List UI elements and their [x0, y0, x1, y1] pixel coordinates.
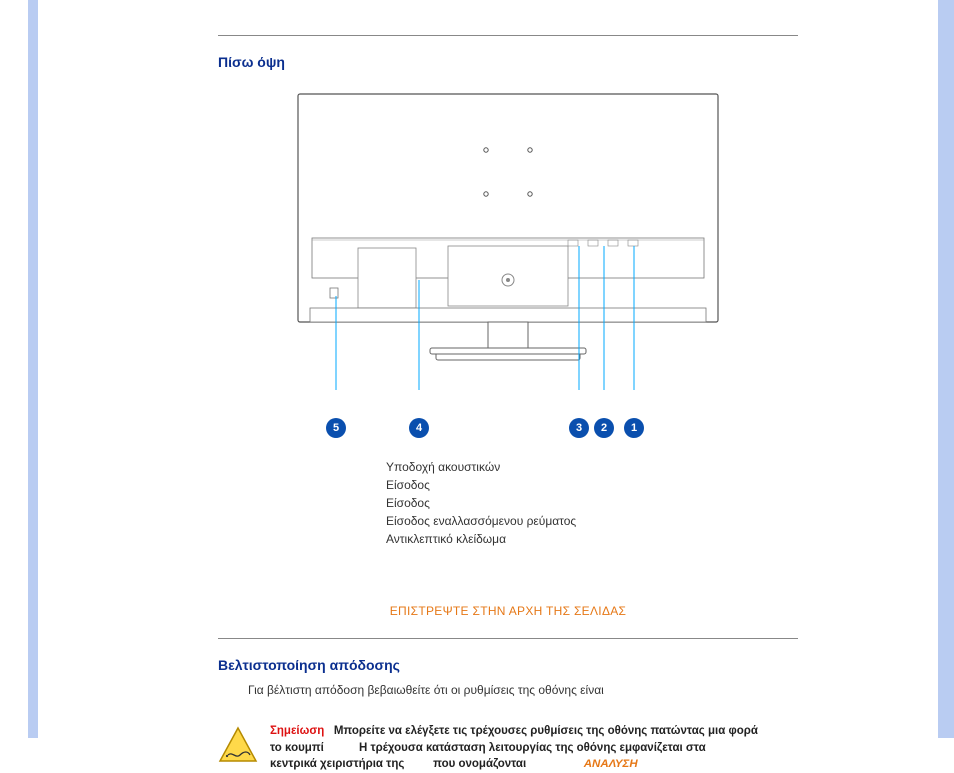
port-3-label: Είσοδος: [386, 496, 798, 510]
warning-icon: [218, 725, 258, 770]
return-to-top-link[interactable]: ΕΠΙΣΤΡΕΨΤΕ ΣΤΗΝ ΑΡΧΗ ΤΗΣ ΣΕΛΙΔΑΣ: [390, 604, 627, 618]
note-line1: Μπορείτε να ελέγξετε τις τρέχουσες ρυθμί…: [334, 725, 758, 737]
port-2-label: Είσοδος: [386, 478, 798, 492]
divider-mid: [218, 638, 798, 639]
callout-1: 1: [624, 418, 644, 438]
right-margin-rail: [938, 0, 954, 738]
note-block: Σημείωση Μπορείτε να ελέγξετε τις τρέχου…: [218, 723, 798, 773]
divider-top: [218, 35, 798, 36]
optimize-heading: Βελτιστοποίηση απόδοσης: [218, 657, 798, 673]
rear-view-heading: Πίσω όψη: [218, 54, 798, 70]
callout-5: 5: [326, 418, 346, 438]
note-text: Σημείωση Μπορείτε να ελέγξετε τις τρέχου…: [270, 723, 758, 773]
note-line2b: Η τρέχουσα κατάσταση λειτουργίας της οθό…: [359, 742, 706, 754]
port-4-label: Είσοδος εναλλασσόμενου ρεύματος: [386, 514, 798, 528]
ports-legend: Υποδοχή ακουστικών Είσοδος Είσοδος Είσοδ…: [386, 460, 798, 546]
port-1-label: Υποδοχή ακουστικών: [386, 460, 798, 474]
callout-3: 3: [569, 418, 589, 438]
note-label: Σημείωση: [270, 725, 324, 737]
note-line3a: κεντρικά χειριστήρια της: [270, 758, 404, 770]
note-analysis: ΑΝΑΛΥΣΗ: [584, 758, 638, 770]
note-line2a: το κουμπί: [270, 742, 324, 754]
optimize-body-text: Για βέλτιστη απόδοση βεβαιωθείτε ότι οι …: [248, 683, 798, 697]
port-5-label: Αντικλεπτικό κλείδωμα: [386, 532, 798, 546]
note-line3b: που ονομάζονται: [433, 758, 526, 770]
monitor-svg: [288, 90, 728, 390]
callout-row: 5 4 3 2 1: [288, 390, 728, 440]
monitor-rear-diagram: [288, 90, 728, 390]
callout-4: 4: [409, 418, 429, 438]
page-body: Πίσω όψη: [38, 0, 938, 738]
left-margin-rail: [28, 0, 38, 738]
callout-2: 2: [594, 418, 614, 438]
